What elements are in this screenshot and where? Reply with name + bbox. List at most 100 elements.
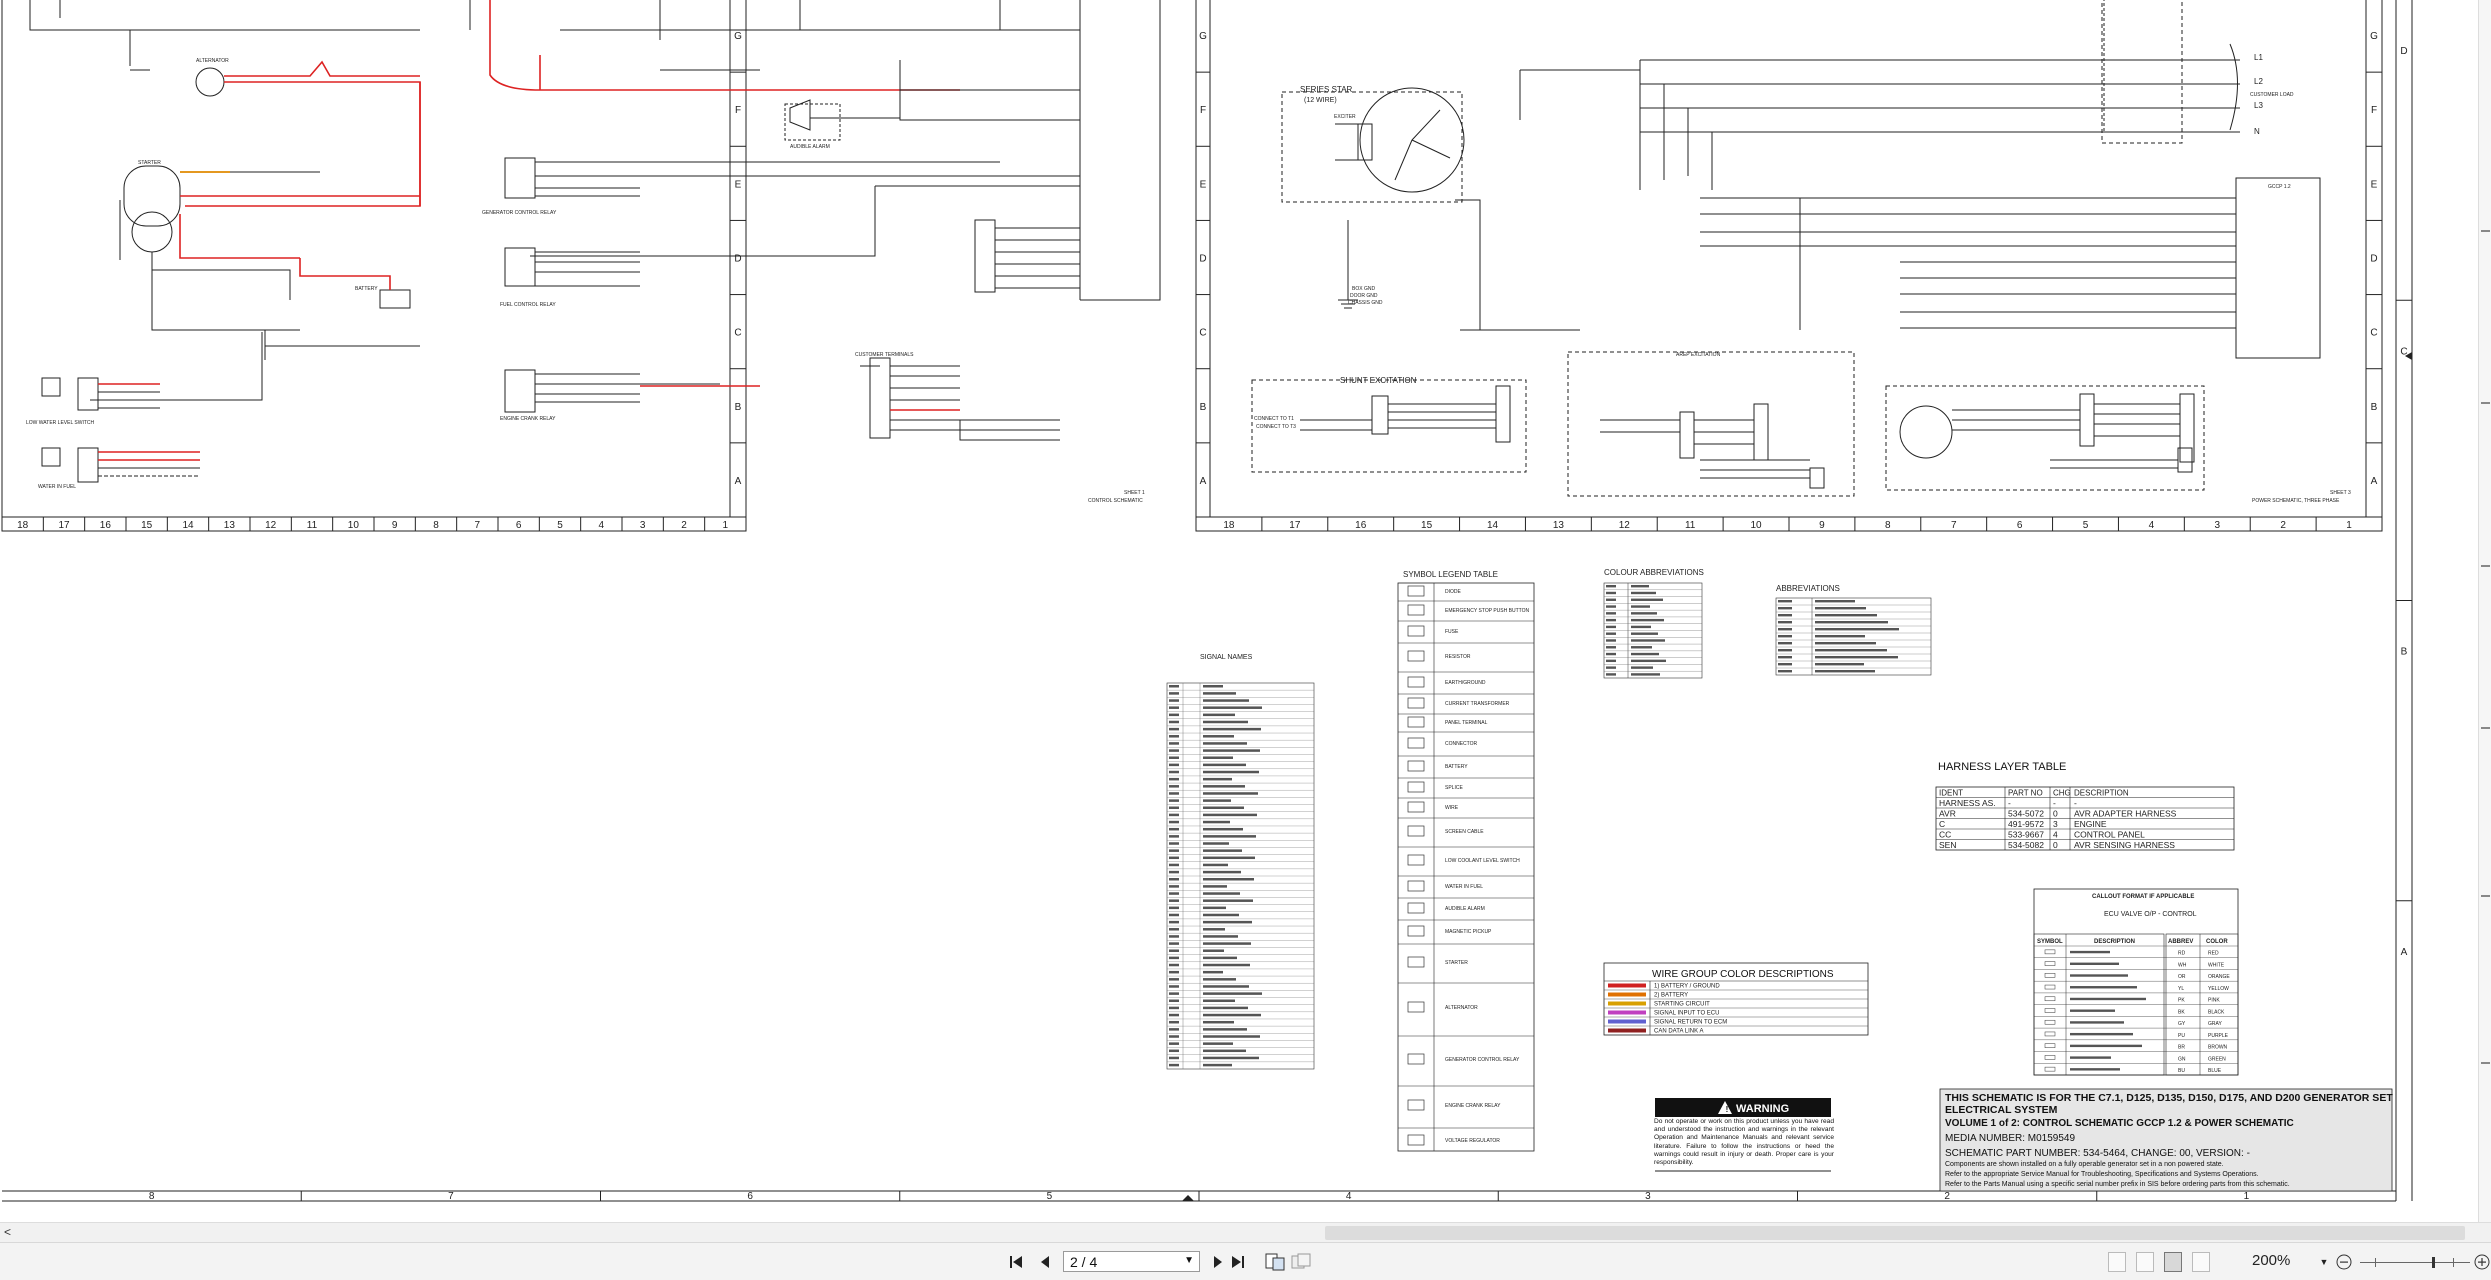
- signal-row: [1169, 806, 1179, 810]
- ground-label-3: CHASSIS GND: [1348, 300, 1383, 306]
- abbr-title: ABBREVIATIONS: [1776, 584, 1840, 593]
- vertical-scrollbar[interactable]: [2478, 0, 2491, 1222]
- signal-row: [1169, 956, 1179, 960]
- zoom-dropdown-icon[interactable]: ▼: [2318, 1252, 2330, 1272]
- horizontal-scroll-thumb[interactable]: [1325, 1226, 2465, 1240]
- symbol-glyph: [1407, 737, 1425, 749]
- signal-row-desc: [1203, 913, 1239, 917]
- symbol-glyph: [1407, 1001, 1425, 1013]
- harness-header: PART NO: [2008, 789, 2043, 798]
- harness-title: HARNESS LAYER TABLE: [1938, 761, 2066, 773]
- sheet1-col-label: 2: [681, 520, 687, 531]
- abbr-row-desc: [1815, 656, 1898, 659]
- single-page-view-button[interactable]: [2108, 1252, 2126, 1272]
- two-page-continuous-view-button[interactable]: [2192, 1252, 2210, 1272]
- signal-row-desc: [1203, 849, 1242, 852]
- callout-color: PURPLE: [2208, 1033, 2229, 1039]
- abbreviations: ABBREVIATIONS: [1775, 584, 1932, 676]
- two-page-view-button[interactable]: [2164, 1252, 2182, 1272]
- abbr-row-desc: [1815, 663, 1864, 666]
- callout-color: BROWN: [2208, 1045, 2228, 1051]
- signal-row-desc: [1203, 763, 1246, 767]
- abbr-row-desc: [1815, 635, 1865, 638]
- signal-row: [1169, 1035, 1179, 1038]
- first-page-button[interactable]: [1006, 1252, 1026, 1272]
- wire-color-swatch: [1608, 1010, 1646, 1015]
- callout-symbol: [2044, 1008, 2056, 1013]
- page-number-field[interactable]: 2 / 4 ▼: [1063, 1251, 1200, 1272]
- sheet1-col-label: 7: [475, 520, 481, 531]
- abbr-row-desc: [1815, 600, 1855, 603]
- wire-group-label: SIGNAL INPUT TO ECU: [1654, 1011, 1719, 1017]
- signal-row: [1169, 706, 1179, 709]
- callout-abbrev: YL: [2178, 986, 2184, 992]
- sheet3-col-label: 12: [1619, 520, 1631, 531]
- sheet1-col-label: 11: [307, 520, 318, 531]
- sheet3-row-label-right: A: [2371, 476, 2378, 487]
- abbr-row: [1778, 628, 1792, 631]
- sheet3-row-label-right: B: [2371, 402, 2378, 413]
- last-page-button[interactable]: [1228, 1252, 1248, 1272]
- symbol-label: FUSE: [1445, 629, 1459, 635]
- sheet3-col-label: 8: [1885, 520, 1891, 531]
- zoom-out-button[interactable]: [2336, 1252, 2352, 1272]
- sheet3-row-label-left: B: [1200, 402, 1207, 413]
- signal-row: [1169, 1042, 1179, 1045]
- abbr-row-desc: [1815, 621, 1888, 624]
- sheet3-col-label: 6: [2017, 520, 2023, 531]
- wire-group-label: CAN DATA LINK A: [1654, 1029, 1703, 1035]
- symbol-label: ENGINE CRANK RELAY: [1445, 1103, 1501, 1109]
- continuous-view-button[interactable]: [2136, 1252, 2154, 1272]
- signal-row-desc: [1203, 1013, 1261, 1017]
- ground-label-2: DOOR GND: [1350, 293, 1378, 299]
- callout-desc: [2070, 1032, 2133, 1036]
- signal-row: [1169, 813, 1179, 817]
- signal-row-desc: [1203, 1042, 1233, 1045]
- symbol-glyph: [1407, 604, 1425, 616]
- abbr-row-desc: [1815, 607, 1866, 610]
- abbr-row: [1778, 649, 1792, 652]
- signal-row: [1169, 863, 1179, 867]
- page-layout-button[interactable]: [1264, 1252, 1286, 1272]
- document-viewport[interactable]: GGGFFFEEEDDDCCCBBBAAA 18 17 16 15 14 13 12 11 10…: [0, 0, 2491, 1222]
- signal-row-desc: [1203, 1063, 1232, 1067]
- previous-page-button[interactable]: [1037, 1252, 1053, 1272]
- signal-row: [1169, 999, 1179, 1003]
- symbol-label: MAGNETIC PICKUP: [1445, 929, 1492, 935]
- sheet1-row-label: A: [735, 476, 742, 487]
- wire-group-title: WIRE GROUP COLOR DESCRIPTIONS: [1652, 969, 1834, 980]
- sheet1-col-label: 17: [58, 520, 70, 531]
- callout-abbrev: GN: [2178, 1056, 2186, 1062]
- sheet3-row-label-left: F: [1200, 105, 1206, 116]
- fit-page-button[interactable]: [1290, 1252, 1312, 1272]
- abbr-row: [1778, 642, 1792, 645]
- symbol-glyph: [1407, 760, 1425, 772]
- next-page-button[interactable]: [1210, 1252, 1226, 1272]
- colour-row: [1606, 632, 1616, 635]
- callout-abbrev: RD: [2178, 951, 2186, 957]
- zoom-in-button[interactable]: [2474, 1252, 2490, 1272]
- sheet1-col-label: 9: [392, 520, 398, 531]
- signal-row: [1169, 856, 1179, 860]
- zoom-level[interactable]: 200%: [2252, 1252, 2290, 1269]
- title-line-3: VOLUME 1 of 2: CONTROL SCHEMATIC GCCP 1.…: [1945, 1118, 2294, 1129]
- callout-format-box: CALLOUT FORMAT IF APPLICABLE ECU VALVE O…: [2033, 888, 2239, 1076]
- sheet1-row-label: D: [734, 254, 741, 265]
- scroll-left-arrow[interactable]: <: [4, 1225, 11, 1239]
- svg-text:!: !: [1726, 1105, 1729, 1114]
- symbol-label: CONNECTOR: [1445, 741, 1478, 747]
- harness-cell: -: [2074, 798, 2077, 808]
- wire-group-table: WIRE GROUP COLOR DESCRIPTIONS 1) BATTERY…: [1603, 962, 1869, 1036]
- battery-label: BATTERY: [355, 286, 378, 292]
- horizontal-scrollbar[interactable]: <: [0, 1222, 2491, 1243]
- title-line-5: SCHEMATIC PART NUMBER: 534-5464, CHANGE:…: [1945, 1148, 2250, 1159]
- sheet3-frame: [1195, 0, 2383, 532]
- zoom-slider-handle[interactable]: [2432, 1257, 2435, 1268]
- first-page-icon: [1010, 1256, 1022, 1268]
- abbr-row: [1778, 621, 1792, 624]
- signal-row-desc: [1203, 956, 1237, 960]
- signal-row-desc: [1203, 942, 1251, 945]
- signal-row-desc: [1203, 970, 1223, 974]
- signal-row: [1169, 720, 1179, 724]
- signal-row-desc: [1203, 713, 1235, 717]
